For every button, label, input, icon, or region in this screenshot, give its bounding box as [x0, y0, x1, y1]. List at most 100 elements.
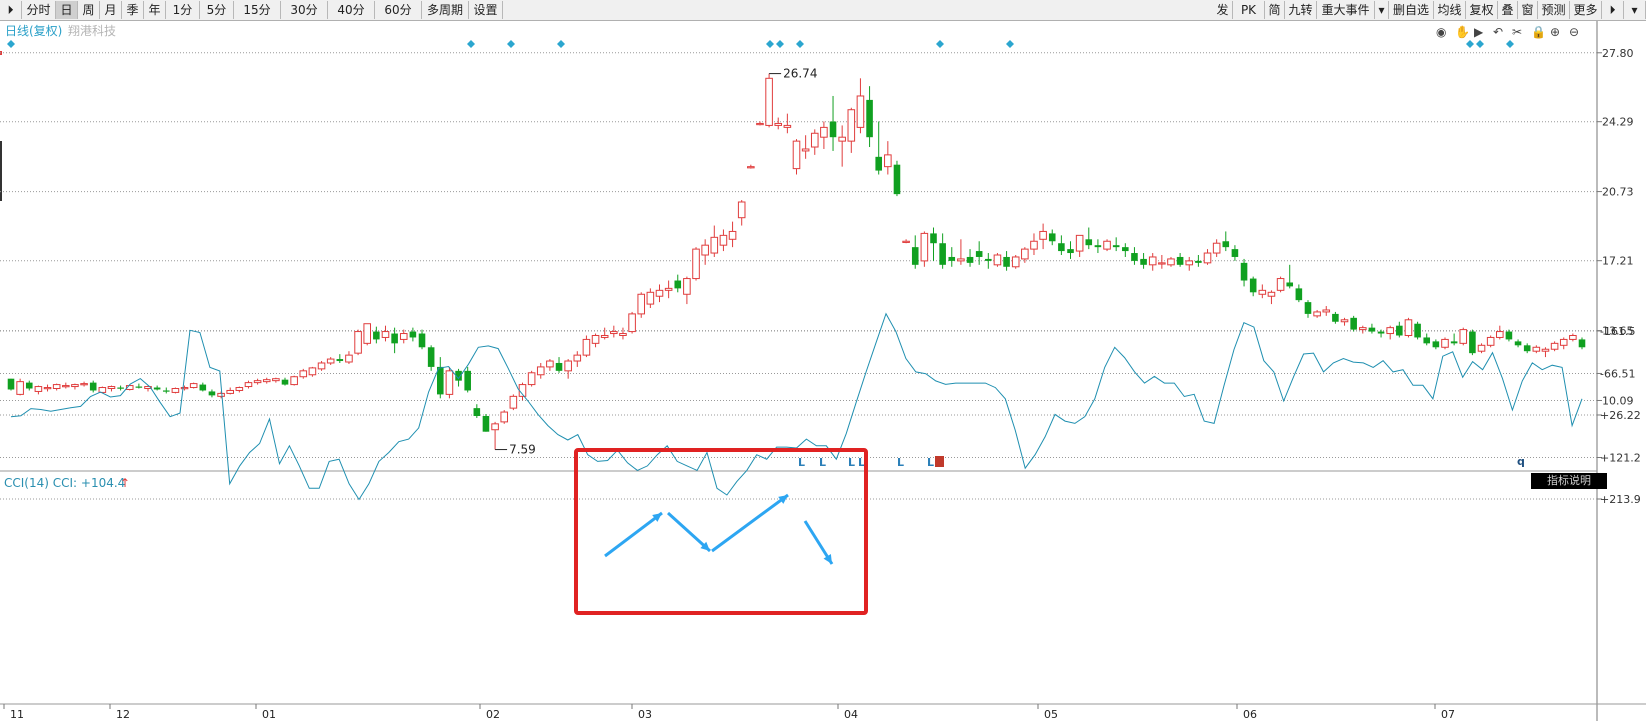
- candle-body: [34, 386, 43, 392]
- toolbar-tool-6[interactable]: 删自选: [1389, 1, 1434, 19]
- candle-body: [1039, 230, 1047, 240]
- candle-body: [838, 136, 846, 142]
- candle-body: [1404, 319, 1413, 336]
- candle: [801, 135, 810, 159]
- toolbar-tool-4[interactable]: 重大事件: [1317, 1, 1375, 19]
- candle: [363, 323, 372, 346]
- candle: [1240, 258, 1248, 287]
- candle-body: [1267, 291, 1276, 297]
- toolbar-tool-2[interactable]: 简: [1265, 1, 1285, 19]
- highlight-frame: [574, 448, 868, 615]
- candle: [1350, 315, 1357, 332]
- signal-letter: L: [897, 456, 904, 469]
- candle: [1148, 253, 1157, 271]
- toolbar-period-4[interactable]: 季: [122, 1, 144, 19]
- toolbar-period-11[interactable]: 60分: [375, 1, 422, 19]
- toolbar-period-9[interactable]: 30分: [281, 1, 328, 19]
- candle: [985, 253, 992, 269]
- candle-body: [564, 360, 572, 372]
- candle-body: [737, 201, 746, 219]
- candle-body: [1441, 338, 1449, 348]
- candle-body: [546, 360, 554, 368]
- candle-body: [856, 95, 865, 128]
- toolbar-period-8[interactable]: 15分: [234, 1, 281, 19]
- toolbar-period-2[interactable]: 周: [78, 1, 100, 19]
- candle-body: [1350, 317, 1357, 330]
- candle: [162, 387, 170, 394]
- candle: [1011, 255, 1020, 269]
- candle: [1441, 337, 1449, 350]
- candle: [1304, 300, 1312, 318]
- candle: [1075, 234, 1084, 257]
- candle-body: [1203, 252, 1212, 264]
- toolbar-tool-9[interactable]: 叠: [1498, 1, 1518, 19]
- toolbar-tool-0[interactable]: 发: [1213, 1, 1233, 19]
- candle-body: [847, 109, 856, 142]
- candle: [856, 78, 865, 134]
- toolbar-period-10[interactable]: 40分: [328, 1, 375, 19]
- candle-body: [1295, 288, 1303, 301]
- event-diamond-icon: [1466, 40, 1474, 48]
- candle: [1450, 333, 1458, 346]
- candle: [189, 382, 198, 389]
- toolbar-period-3[interactable]: 月: [100, 1, 122, 19]
- candle-body: [930, 233, 937, 244]
- toolbar-tool-7[interactable]: 均线: [1434, 1, 1466, 19]
- candle-body: [1212, 242, 1221, 254]
- candle: [1514, 339, 1522, 348]
- candle: [1249, 276, 1257, 297]
- candle: [308, 366, 317, 377]
- candle: [1404, 317, 1413, 338]
- play-icon: ▶: [1474, 25, 1484, 39]
- candle: [418, 329, 426, 350]
- candle: [299, 368, 308, 379]
- signal-extra: q: [1517, 455, 1525, 468]
- back-arrow-icon[interactable]: ⏵: [0, 1, 22, 19]
- candle-body: [902, 240, 910, 243]
- candle-body: [582, 338, 591, 356]
- candle-body: [162, 390, 170, 392]
- candle: [1396, 321, 1403, 338]
- candle: [1212, 239, 1221, 257]
- toolbar-tool-11[interactable]: 预测: [1538, 1, 1570, 19]
- candle: [1569, 333, 1577, 342]
- toolbar-period-1[interactable]: 日: [56, 1, 78, 19]
- toolbar-tool-3[interactable]: 九转: [1285, 1, 1317, 19]
- candle-body: [728, 230, 737, 240]
- candle: [290, 375, 298, 386]
- indicator-help-button[interactable]: 指标说明: [1531, 473, 1607, 489]
- price-tick-label: 20.73: [1602, 186, 1634, 199]
- candle: [774, 117, 783, 130]
- candle-body: [1450, 341, 1458, 344]
- candle: [747, 164, 755, 169]
- candle: [391, 327, 398, 354]
- candle-body: [391, 333, 398, 344]
- toolbar-tool-12[interactable]: 更多: [1570, 1, 1602, 19]
- toolbar-tool-10[interactable]: 窗: [1518, 1, 1538, 19]
- toolbar-tool-8[interactable]: 复权: [1466, 1, 1498, 19]
- forward-arrow-icon[interactable]: ⏵: [1602, 1, 1624, 19]
- expand-icon[interactable]: ▾: [1624, 1, 1646, 19]
- toolbar-period-13[interactable]: 设置: [469, 1, 503, 19]
- candle-body: [208, 391, 216, 396]
- candle-body: [655, 289, 664, 297]
- toolbar-period-6[interactable]: 1分: [166, 1, 200, 19]
- candle: [555, 357, 563, 373]
- candle: [25, 380, 33, 391]
- toolbar-period-12[interactable]: 多周期: [422, 1, 469, 19]
- candle: [820, 121, 828, 149]
- candle-body: [354, 331, 362, 354]
- x-tick-label: 05: [1044, 708, 1058, 721]
- candle: [902, 239, 910, 244]
- toolbar-tool-1[interactable]: PK: [1233, 1, 1265, 19]
- toolbar-period-7[interactable]: 5分: [200, 1, 234, 19]
- candle-body: [1541, 348, 1550, 352]
- toolbar-period-5[interactable]: 年: [144, 1, 166, 19]
- event-diamond-icon: [7, 40, 15, 48]
- toolbar-tool-5[interactable]: ▾: [1375, 1, 1389, 19]
- toolbar-period-0[interactable]: 分时: [22, 1, 56, 19]
- candle: [637, 292, 646, 318]
- stock-name: 翔港科技: [68, 24, 116, 38]
- candle: [847, 107, 856, 153]
- candle-body: [1377, 331, 1385, 334]
